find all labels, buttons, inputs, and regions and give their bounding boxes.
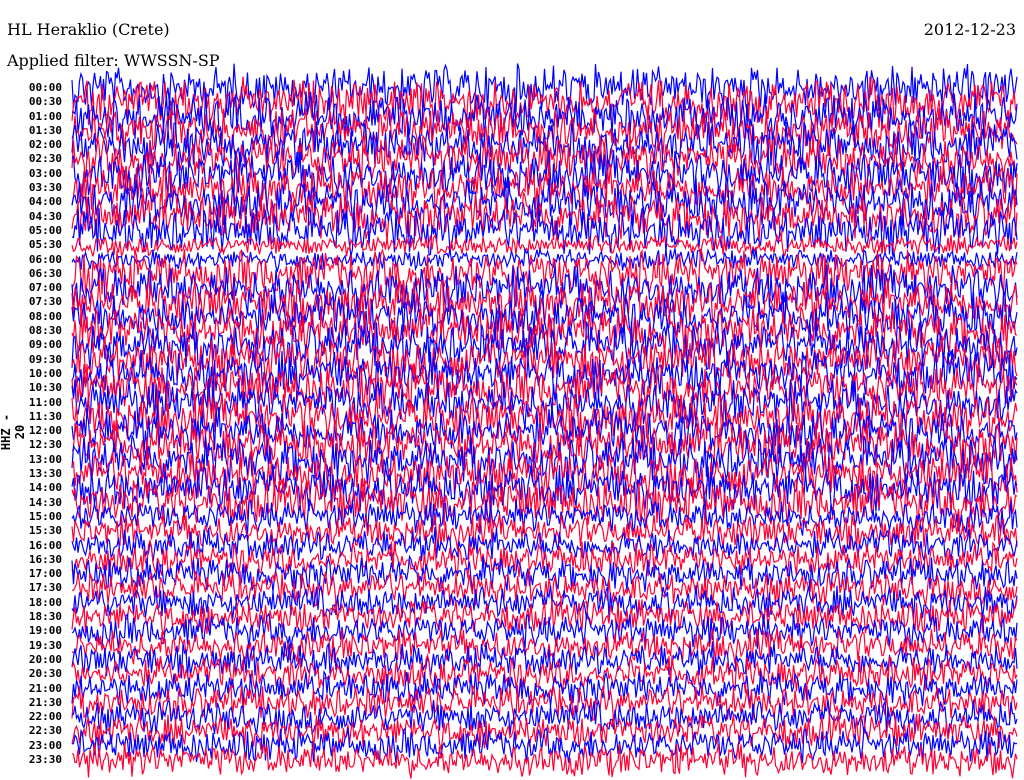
time-label: 02:00 [28, 138, 62, 152]
time-label: 11:30 [28, 409, 62, 423]
time-label: 07:30 [28, 295, 62, 309]
time-label: 23:30 [28, 753, 62, 766]
time-label: 05:30 [28, 238, 62, 252]
helicorder: HL Heraklio (Crete) 2012-12-23 Applied f… [0, 0, 1024, 780]
time-label: 13:30 [28, 467, 62, 481]
time-label: 19:00 [28, 624, 62, 638]
time-label: 22:00 [28, 710, 62, 724]
time-label: 18:00 [28, 595, 62, 609]
time-label: 11:00 [28, 395, 62, 409]
time-label: 06:00 [28, 252, 62, 266]
time-label: 03:00 [28, 166, 62, 180]
time-label: 13:00 [28, 452, 62, 466]
time-label: 21:00 [28, 681, 62, 695]
time-label: 03:30 [28, 181, 62, 195]
filter-label: Applied filter: WWSSN-SP [7, 51, 220, 70]
time-label: 12:00 [28, 424, 62, 438]
time-label: 08:30 [28, 324, 62, 338]
time-label: 18:30 [28, 610, 62, 624]
station-title: HL Heraklio (Crete) [7, 20, 170, 39]
time-label: 07:00 [28, 281, 62, 295]
time-label: 20:30 [28, 667, 62, 681]
time-label: 17:00 [28, 567, 62, 581]
time-label: 08:00 [28, 309, 62, 323]
time-label: 00:30 [28, 95, 62, 109]
date-label: 2012-12-23 [923, 20, 1016, 39]
time-label: 09:00 [28, 338, 62, 352]
time-label: 00:00 [28, 81, 62, 94]
time-label: 15:00 [28, 509, 62, 523]
time-label: 14:30 [28, 495, 62, 509]
time-label: 14:00 [28, 481, 62, 495]
time-label: 01:00 [28, 109, 62, 123]
time-label: 05:00 [28, 223, 62, 237]
time-label: 20:00 [28, 652, 62, 666]
time-label: 16:00 [28, 538, 62, 552]
time-label: 15:30 [28, 524, 62, 538]
time-label: 04:00 [28, 195, 62, 209]
time-label: 12:30 [28, 438, 62, 452]
time-label: 17:30 [28, 581, 62, 595]
time-label: 04:30 [28, 209, 62, 223]
time-label: 10:00 [28, 366, 62, 380]
time-label: 23:00 [28, 738, 62, 752]
time-label: 06:30 [28, 266, 62, 280]
time-label: 16:30 [28, 552, 62, 566]
time-label: 01:30 [28, 123, 62, 137]
time-label: 02:30 [28, 152, 62, 166]
time-label: 22:30 [28, 724, 62, 738]
time-label: 21:30 [28, 695, 62, 709]
time-label: 09:30 [28, 352, 62, 366]
seismogram-plot [71, 63, 1018, 779]
time-label: 19:30 [28, 638, 62, 652]
time-label: 10:30 [28, 381, 62, 395]
